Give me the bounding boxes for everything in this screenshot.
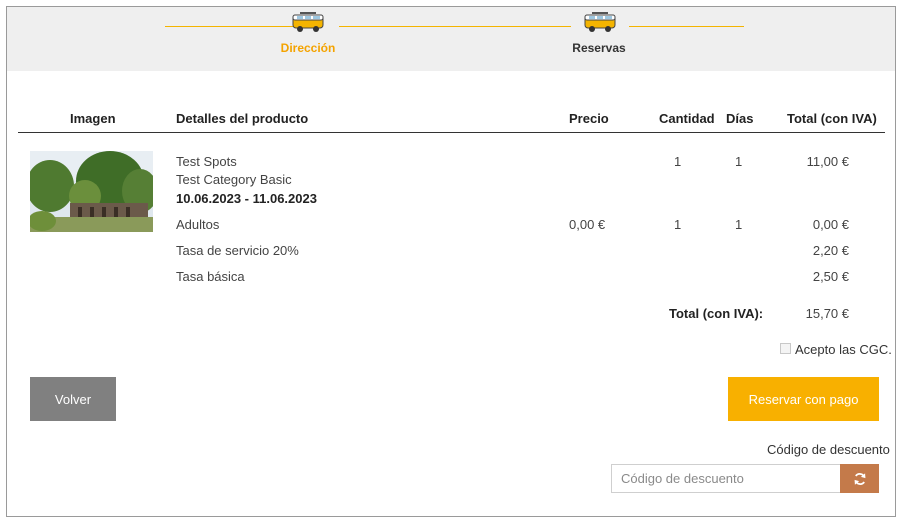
line-service-fee-label: Tasa de servicio 20%	[176, 243, 299, 258]
step-line-right	[629, 26, 744, 27]
back-button[interactable]: Volver	[30, 377, 116, 421]
checkout-panel: Dirección Reservas Imagen Detalles del p…	[6, 6, 896, 517]
step-address[interactable]: Dirección	[248, 41, 368, 55]
product-days: 1	[735, 154, 743, 169]
table-header-divider	[18, 132, 885, 133]
header-days: Días	[726, 111, 754, 126]
line-basic-fee-label: Tasa básica	[176, 269, 245, 284]
product-name: Test Spots	[176, 154, 237, 169]
terms-label[interactable]: Acepto las CGC.	[795, 342, 892, 357]
product-dates: 10.06.2023 - 11.06.2023	[176, 191, 317, 206]
pay-button[interactable]: Reservar con pago	[728, 377, 879, 421]
step-line-middle	[339, 26, 571, 27]
line-adults-quantity: 1	[674, 217, 682, 232]
product-category: Test Category Basic	[176, 172, 292, 187]
line-service-fee-total: 2,20 €	[812, 243, 849, 258]
product-image[interactable]	[30, 151, 153, 232]
header-image: Imagen	[70, 111, 116, 126]
line-basic-fee-total: 2,50 €	[812, 269, 849, 284]
product-quantity: 1	[674, 154, 682, 169]
line-adults-days: 1	[735, 217, 743, 232]
line-adults-total: 0,00 €	[812, 217, 849, 232]
header-details: Detalles del producto	[176, 111, 309, 126]
header-quantity: Cantidad	[659, 111, 715, 126]
step-reservations[interactable]: Reservas	[539, 41, 659, 55]
grand-total-value: 15,70 €	[805, 306, 849, 321]
refresh-icon	[854, 472, 865, 485]
header-total: Total (con IVA)	[787, 111, 877, 126]
apply-discount-button[interactable]	[840, 464, 879, 493]
step-line-left	[165, 26, 295, 27]
van-icon	[292, 12, 324, 32]
grand-total-label: Total (con IVA):	[669, 306, 764, 321]
product-total: 11,00 €	[806, 154, 849, 169]
progress-stepper: Dirección Reservas	[7, 7, 895, 71]
van-icon	[584, 12, 616, 32]
discount-label: Código de descuento	[767, 442, 890, 457]
line-adults-label: Adultos	[176, 217, 220, 232]
header-price: Precio	[569, 111, 609, 126]
terms-checkbox[interactable]	[780, 343, 791, 354]
discount-code-input[interactable]	[611, 464, 840, 493]
line-adults-price: 0,00 €	[569, 217, 606, 232]
